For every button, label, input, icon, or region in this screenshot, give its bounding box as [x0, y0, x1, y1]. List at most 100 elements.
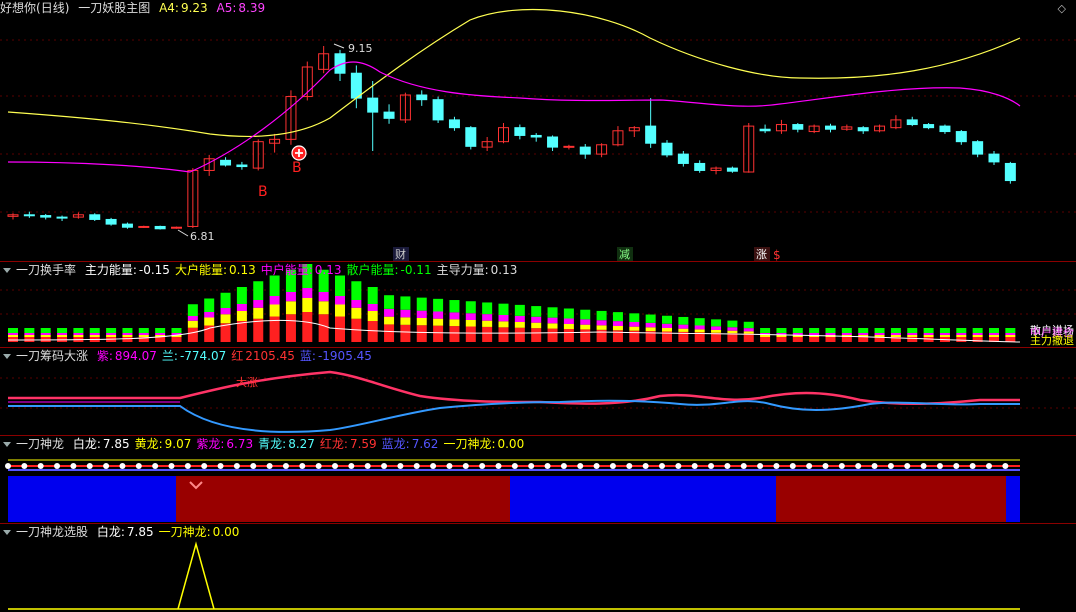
- a5-value: 8.39: [238, 1, 266, 15]
- collapse-icon[interactable]: [3, 442, 11, 447]
- white-dragon-dot: [953, 463, 960, 469]
- energy-bar-segment: [792, 328, 803, 333]
- chips-panel[interactable]: 一刀筹码大涨 紫: 894.07 兰: -774.07 红 2105.45 蓝: -1905.…: [0, 348, 1076, 436]
- energy-bar-segment: [138, 328, 149, 333]
- energy-bar-segment: [596, 310, 607, 321]
- energy-bar-segment: [367, 304, 378, 311]
- candle-body: [1004, 162, 1016, 182]
- energy-bar-segment: [57, 335, 68, 337]
- energy-bar-segment: [171, 328, 182, 333]
- energy-bar-segment: [73, 328, 84, 333]
- panel-options-icon[interactable]: ◇: [1058, 2, 1066, 15]
- energy-bar-segment: [841, 328, 852, 333]
- energy-bar-segment: [629, 326, 640, 331]
- energy-bar-segment: [645, 314, 656, 323]
- energy-bar-segment: [956, 333, 967, 335]
- white-dragon-dot: [266, 463, 273, 469]
- energy-bar-segment: [514, 315, 525, 322]
- turnover-panel[interactable]: 一刀换手率 主力能量: -0.15 大户能量: 0.13 中户能量: 0.13 散户能量: -…: [0, 262, 1076, 348]
- energy-bar-segment: [57, 333, 68, 335]
- white-dragon-dot: [201, 463, 208, 469]
- energy-bar-segment: [89, 328, 100, 333]
- candle-body: [923, 124, 935, 129]
- energy-bar-segment: [433, 298, 444, 312]
- collapse-icon[interactable]: [3, 530, 11, 535]
- energy-bar-segment: [220, 292, 231, 308]
- energy-bar-segment: [351, 307, 362, 319]
- energy-bar-segment: [400, 296, 411, 310]
- energy-bar-segment: [384, 295, 395, 309]
- white-dragon-dot: [348, 463, 355, 469]
- energy-bar-segment: [874, 328, 885, 333]
- energy-bar-segment: [122, 333, 133, 335]
- white-dragon-dot: [773, 463, 780, 469]
- energy-bar-segment: [155, 328, 166, 333]
- candle-body: [105, 218, 117, 225]
- energy-bar-segment: [760, 335, 771, 337]
- collapse-icon[interactable]: [3, 354, 11, 359]
- energy-bar-segment: [858, 333, 869, 335]
- p4-item-label: 白龙:: [72, 437, 101, 451]
- energy-bar-segment: [187, 320, 198, 328]
- energy-bar-segment: [841, 333, 852, 335]
- candle-body: [465, 127, 477, 147]
- energy-bar-segment: [89, 335, 100, 337]
- energy-bar-segment: [694, 329, 705, 333]
- energy-bar-segment: [514, 322, 525, 328]
- candle-body: [547, 136, 559, 148]
- energy-bar-segment: [449, 319, 460, 327]
- candle-body: [645, 125, 657, 144]
- energy-bar-segment: [956, 337, 967, 342]
- p4-item-value: 8.27: [288, 437, 315, 451]
- dragon-select-panel[interactable]: 一刀神龙选股 白龙: 7.85 一刀神龙: 0.00: [0, 524, 1076, 612]
- stock-name: 好想你: [0, 1, 37, 15]
- candle-body: [955, 131, 967, 143]
- chips-annotation: 大涨: [236, 376, 258, 389]
- energy-bar-segment: [106, 328, 117, 333]
- energy-bar-segment: [563, 324, 574, 329]
- energy-bar-segment: [269, 296, 280, 305]
- candle-body: [906, 119, 918, 126]
- energy-bar-segment: [841, 337, 852, 342]
- p2-item-label: 大户能量:: [174, 263, 227, 277]
- yellow-band-line: [7, 8, 1021, 138]
- energy-bar-segment: [596, 320, 607, 326]
- p5-item-1: 一刀神龙: 0.00: [159, 525, 240, 539]
- candle-body: [988, 153, 1000, 163]
- energy-bar-segment: [678, 316, 689, 325]
- energy-bar-segment: [498, 315, 509, 322]
- energy-bar-segment: [253, 281, 264, 300]
- energy-bar-segment: [302, 298, 313, 312]
- energy-bar-segment: [236, 304, 247, 311]
- energy-bar-segment: [204, 298, 215, 312]
- p4-item-label: 黄龙:: [134, 437, 163, 451]
- energy-bar-segment: [335, 304, 345, 317]
- energy-bar-segment: [1005, 337, 1016, 342]
- p4-item-label: 一刀神龙:: [443, 437, 496, 451]
- energy-bar-segment: [106, 333, 117, 335]
- white-dragon-dot: [593, 463, 600, 469]
- main-chart-panel[interactable]: 9.15 6.81 B B 财 减 涨 $ 好想你(日线) 一刀妖股主图 A4: 9.23 A5…: [0, 0, 1076, 262]
- energy-bar-segment: [907, 335, 918, 337]
- buy-signal-label: B: [258, 184, 268, 200]
- energy-bar-segment: [236, 311, 247, 321]
- p5-item-0: 白龙: 7.85: [97, 525, 154, 539]
- white-dragon-dot: [21, 463, 28, 469]
- white-dragon-dot: [838, 463, 845, 469]
- p4-item-value: 7.62: [411, 437, 439, 451]
- p4-item-4: 红龙: 7.59: [320, 437, 377, 451]
- energy-bar-segment: [1005, 328, 1016, 333]
- energy-bar-segment: [433, 318, 444, 326]
- energy-bar-segment: [465, 301, 476, 314]
- energy-bar-segment: [858, 337, 869, 342]
- energy-bar-segment: [596, 325, 607, 330]
- energy-bar-segment: [662, 323, 672, 328]
- collapse-icon[interactable]: [3, 268, 11, 273]
- p2-item-value: 0.13: [490, 263, 518, 277]
- red-dragon-block: [776, 476, 1006, 522]
- candle-body: [416, 94, 428, 101]
- main-chart-canvas[interactable]: 9.15 6.81 B B 财 减 涨 $: [0, 0, 1076, 262]
- energy-bar-segment: [760, 328, 771, 333]
- white-dragon-dot: [675, 463, 682, 469]
- dragon-panel[interactable]: 一刀神龙 白龙: 7.85 黄龙: 9.07 紫龙: 6.73 青龙: 8.27 红龙: 7.59…: [0, 436, 1076, 524]
